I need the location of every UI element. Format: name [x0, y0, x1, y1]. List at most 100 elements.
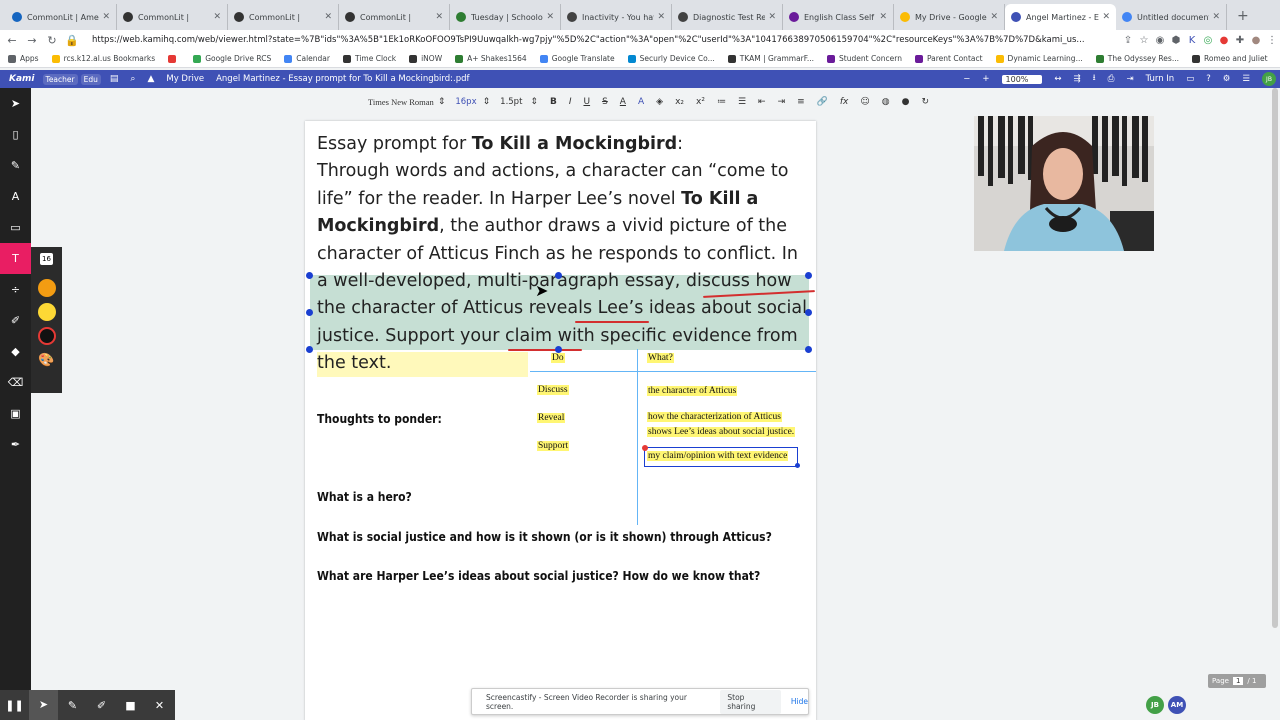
extension-icon[interactable]: ●	[1216, 35, 1232, 46]
search-icon[interactable]: ⌕	[130, 74, 135, 84]
clear-format-icon[interactable]: fx	[840, 97, 849, 107]
annotation-do[interactable]: Do	[551, 353, 565, 363]
notes-icon[interactable]: ▭	[1186, 74, 1194, 84]
bookmark-item[interactable]: iNOW	[409, 54, 442, 63]
superscript-icon[interactable]: x²	[696, 97, 705, 107]
user-avatar[interactable]: JB	[1262, 72, 1276, 86]
color-swatch-black[interactable]	[37, 327, 56, 345]
settings-icon[interactable]: ⚙	[1223, 74, 1231, 84]
numbered-list-icon[interactable]: ≔	[717, 97, 726, 107]
stop-sharing-button[interactable]: Stop sharing	[720, 689, 781, 714]
help-icon[interactable]: ?	[1206, 74, 1211, 84]
tab-close-icon[interactable]: ✕	[1212, 12, 1220, 22]
text-color-icon[interactable]: A	[620, 97, 626, 107]
highlighter-tool-icon[interactable]: ✎	[0, 150, 31, 181]
select-tool-icon[interactable]: ➤	[0, 88, 31, 119]
annotation-reveal[interactable]: Reveal	[537, 413, 566, 423]
tab-close-icon[interactable]: ✕	[657, 12, 665, 22]
forward-icon[interactable]: →	[24, 34, 40, 47]
color-swatch-orange[interactable]	[37, 279, 56, 297]
turn-in-button[interactable]: Turn In	[1146, 74, 1175, 84]
profile-avatar[interactable]: ●	[1248, 35, 1264, 46]
page-number-input[interactable]: 1	[1232, 677, 1244, 685]
annotation-what[interactable]: What?	[647, 353, 674, 363]
close-icon[interactable]: ✕	[145, 699, 174, 712]
pause-icon[interactable]: ❚❚	[0, 699, 29, 712]
bookmark-item[interactable]: Dynamic Learning...	[995, 54, 1083, 63]
fit-width-icon[interactable]: ↔	[1054, 74, 1061, 84]
browser-tab[interactable]: Diagnostic Test Rep ✕	[672, 4, 783, 30]
browser-tab[interactable]: Untitled document ✕	[1116, 4, 1227, 30]
shapes-tool-icon[interactable]: ◆	[0, 336, 31, 367]
annotation-support[interactable]: Support	[537, 441, 570, 451]
rotate-icon[interactable]: ↻	[921, 97, 929, 107]
tab-close-icon[interactable]: ✕	[435, 12, 443, 22]
browser-tab[interactable]: Inactivity - You hav ✕	[561, 4, 672, 30]
annotation-character[interactable]: the character of Atticus	[647, 386, 738, 396]
bookmark-item[interactable]: TKAM | GrammarF...	[727, 54, 814, 63]
microphone-icon[interactable]: ●	[902, 97, 910, 107]
selection-handle[interactable]	[306, 346, 313, 353]
tab-close-icon[interactable]: ✕	[102, 12, 110, 22]
annotation-characterization-2[interactable]: shows Lee’s ideas about social justice.	[647, 427, 796, 437]
camera-icon[interactable]: ■	[116, 699, 145, 712]
eraser-tool-icon[interactable]: ⌫	[0, 367, 31, 398]
tab-close-icon[interactable]: ✕	[546, 12, 554, 22]
selection-handle[interactable]	[555, 346, 562, 353]
extension-icon[interactable]: ◎	[1200, 35, 1216, 46]
subscript-icon[interactable]: x₂	[675, 97, 684, 107]
selection-handle[interactable]	[306, 309, 313, 316]
tab-close-icon[interactable]: ✕	[990, 12, 998, 22]
share-icon[interactable]: ⇶	[1074, 74, 1081, 84]
collaborator-avatar[interactable]: AM	[1168, 696, 1186, 714]
star-icon[interactable]: ☆	[1136, 35, 1152, 46]
hide-banner-button[interactable]: Hide	[791, 697, 808, 706]
document-page[interactable]: Essay prompt for To Kill a Mockingbird: …	[305, 121, 816, 720]
bold-icon[interactable]: B	[550, 97, 557, 107]
print-icon[interactable]: ⎙	[1108, 74, 1115, 84]
bookmark-item[interactable]: rcs.k12.al.us Bookmarks	[51, 54, 155, 63]
tab-close-icon[interactable]: ✕	[768, 12, 776, 22]
bookmark-item[interactable]: A+ Shakes1564	[455, 54, 527, 63]
zoom-select[interactable]: 100%	[1001, 74, 1043, 84]
share-icon[interactable]: ⇪	[1120, 35, 1136, 46]
browser-tab[interactable]: CommonLit | ✕	[339, 4, 450, 30]
bookmark-item[interactable]: Google Translate	[539, 54, 615, 63]
tab-close-icon[interactable]: ✕	[213, 12, 221, 22]
link-icon[interactable]: 🔗	[817, 97, 828, 107]
font-size-select[interactable]: 16px	[455, 97, 476, 107]
selection-handle[interactable]	[555, 272, 562, 279]
new-tab-icon[interactable]: +	[1237, 8, 1249, 24]
signature-tool-icon[interactable]: ✒	[0, 429, 31, 460]
color-swatch-yellow[interactable]	[37, 303, 56, 321]
back-icon[interactable]: ←	[4, 34, 20, 47]
markup-tool-icon[interactable]: A	[0, 181, 31, 212]
annotation-claim[interactable]: my claim/opinion with text evidence	[647, 451, 789, 461]
equation-tool-icon[interactable]: ÷	[0, 274, 31, 305]
url-input[interactable]: https://web.kamihq.com/web/viewer.html?s…	[86, 32, 1114, 48]
align-icon[interactable]: ≡	[797, 97, 805, 107]
breadcrumb-my-drive[interactable]: My Drive	[166, 74, 204, 84]
bookmark-item[interactable]: Parent Contact	[914, 54, 983, 63]
browser-tab[interactable]: CommonLit | ✕	[228, 4, 339, 30]
annotation-characterization-1[interactable]: how the characterization of Atticus	[647, 412, 782, 422]
selection-handle[interactable]	[805, 272, 812, 279]
menu-kebab-icon[interactable]: ⋮	[1264, 35, 1280, 46]
dictionary-tool-icon[interactable]: ▯	[0, 119, 31, 150]
browser-tab[interactable]: English Class Self A ✕	[783, 4, 894, 30]
browser-tab[interactable]: CommonLit | Americ✕	[6, 4, 117, 30]
strikethrough-icon[interactable]: S	[602, 97, 608, 107]
bookmark-item[interactable]: Calendar	[284, 54, 330, 63]
browser-tab[interactable]: Tuesday | Schoolog ✕	[450, 4, 561, 30]
download-icon[interactable]: ⭳	[1093, 72, 1096, 86]
pointer-icon[interactable]: ➤	[29, 690, 58, 720]
extension-icon[interactable]: ◉	[1152, 35, 1168, 46]
highlight-color-icon[interactable]: A	[638, 97, 644, 107]
audio-icon[interactable]: ◍	[882, 97, 890, 107]
comment-tool-icon[interactable]: ▭	[0, 212, 31, 243]
tab-close-icon[interactable]: ✕	[1102, 12, 1110, 22]
text-box-tool-icon[interactable]: T	[0, 243, 31, 274]
text-size-select[interactable]: 16	[40, 253, 53, 265]
fill-color-icon[interactable]: ◈	[656, 97, 663, 107]
selection-handle[interactable]	[306, 272, 313, 279]
